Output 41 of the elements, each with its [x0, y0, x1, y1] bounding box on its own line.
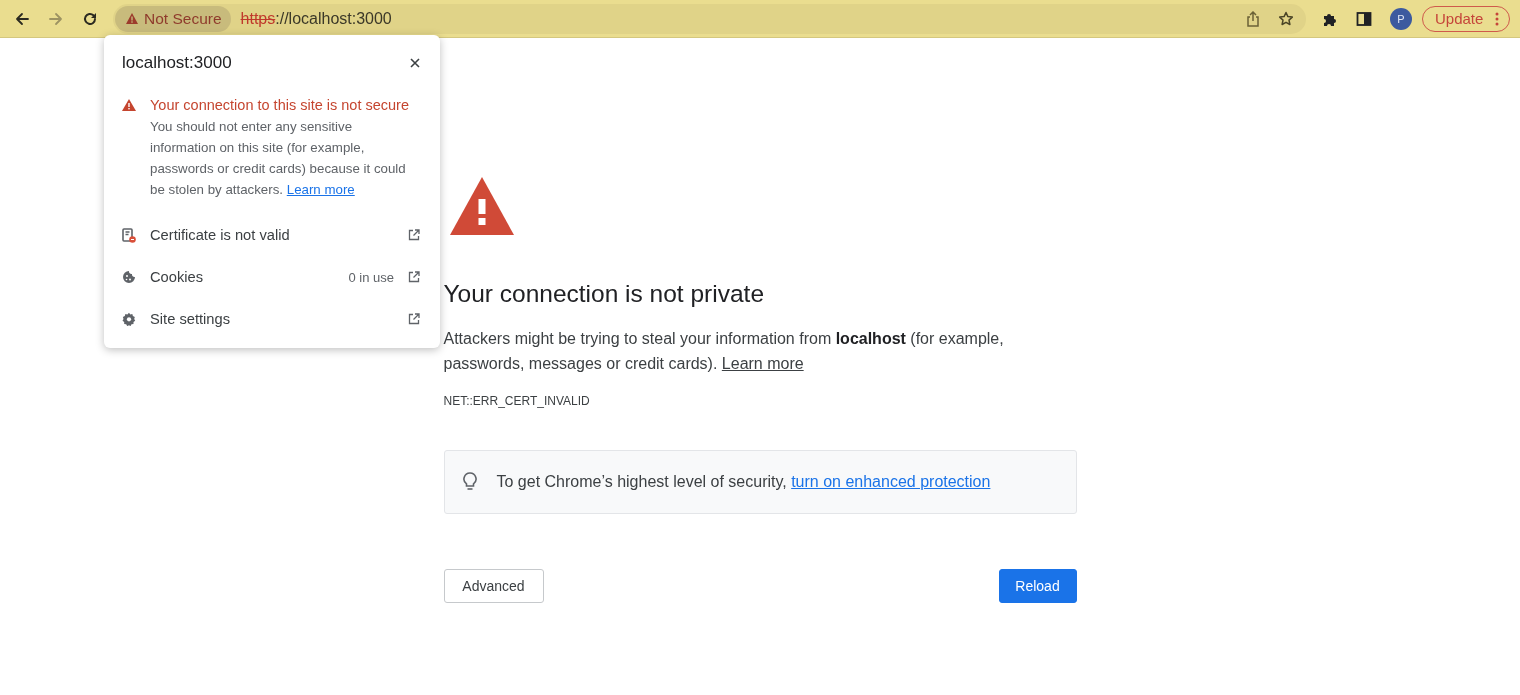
kebab-menu-icon [1495, 11, 1500, 26]
external-link-icon [408, 271, 420, 283]
insecure-connection-heading: Your connection to this site is not secure [150, 96, 410, 114]
not-secure-chip[interactable]: Not Secure [115, 5, 231, 32]
reload-button[interactable]: Reload [998, 569, 1077, 603]
insecure-connection-text: You should not enter any sensitive information on this site (for example, passwords or credit cards) because it could be stolen by attackers. Learn more [150, 118, 407, 199]
advanced-button[interactable]: Advanced [443, 569, 544, 603]
url-text: https://localhost:3000 [240, 9, 392, 28]
close-icon[interactable] [410, 58, 420, 68]
popup-title: localhost:3000 [122, 53, 232, 73]
warning-icon [126, 13, 138, 24]
certificate-icon [122, 227, 136, 243]
error-code: NET::ERR_CERT_INVALID [443, 393, 590, 409]
back-arrow-icon [14, 10, 30, 27]
settings-icon [122, 312, 136, 326]
error-description: Attackers might be trying to steal your information from localhost (for example, passwords, messages or credit cards). Learn more [443, 329, 1005, 374]
warning-icon [122, 99, 136, 111]
enhanced-protection-link[interactable]: turn on enhanced protection [791, 473, 991, 490]
share-icon[interactable] [1246, 10, 1260, 27]
cookies-item[interactable]: Cookies 0 in use [122, 256, 420, 298]
forward-arrow-icon [48, 10, 64, 27]
reload-icon [82, 10, 98, 27]
star-icon[interactable] [1278, 10, 1294, 27]
item-label: Certificate is not valid [150, 227, 290, 243]
cookie-icon [122, 270, 136, 284]
warning-triangle-icon [449, 177, 514, 235]
external-link-icon [408, 313, 420, 325]
usage-count: 0 in use [348, 269, 394, 285]
side-panel-icon[interactable] [1356, 10, 1372, 27]
certificate-item[interactable]: Certificate is not valid [122, 214, 420, 256]
profile-avatar[interactable]: P [1390, 7, 1412, 30]
item-label: Cookies [150, 269, 204, 285]
item-label: Site settings [150, 311, 230, 327]
site-settings-item[interactable]: Site settings [122, 298, 420, 340]
address-bar[interactable]: Not Secure https://localhost:3000 [113, 3, 1306, 34]
tip-text: To get Chrome’s highest level of security, turn on enhanced protection [496, 473, 991, 491]
learn-more-link[interactable]: Learn more [286, 182, 355, 197]
error-heading: Your connection is not private [443, 279, 765, 309]
external-link-icon [408, 229, 420, 241]
learn-more-link[interactable]: Learn more [721, 355, 804, 372]
lightbulb-icon [462, 472, 477, 492]
